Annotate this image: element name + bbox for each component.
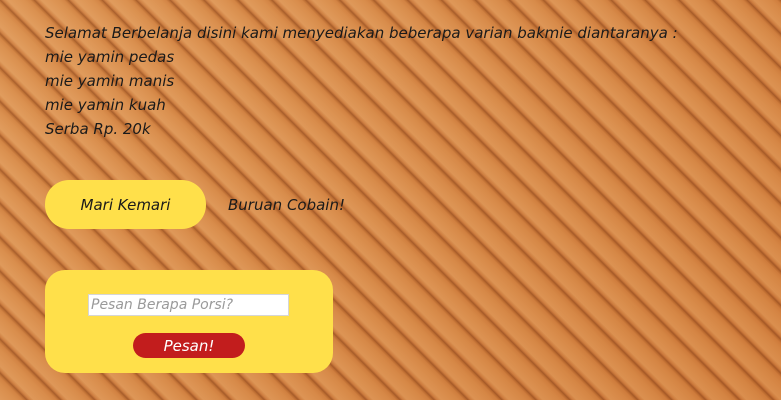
menu-item: mie yamin kuah — [45, 96, 166, 114]
mari-kemari-button[interactable]: Mari Kemari — [45, 180, 206, 229]
tagline-text: Buruan Cobain! — [228, 195, 345, 214]
price-text: Serba Rp. 20k — [45, 120, 151, 138]
intro-heading: Selamat Berbelanja disini kami menyediak… — [45, 24, 678, 42]
cta-row: Mari Kemari Buruan Cobain! — [45, 180, 345, 229]
menu-item: mie yamin manis — [45, 72, 175, 90]
page: { "intro": { "heading": "Selamat Berbela… — [0, 0, 781, 400]
order-submit-button[interactable]: Pesan! — [133, 333, 245, 358]
portion-input[interactable] — [88, 294, 289, 316]
intro-text-block: Selamat Berbelanja disini kami menyediak… — [45, 21, 678, 141]
menu-item: mie yamin pedas — [45, 48, 175, 66]
order-form: Pesan! — [45, 270, 333, 373]
